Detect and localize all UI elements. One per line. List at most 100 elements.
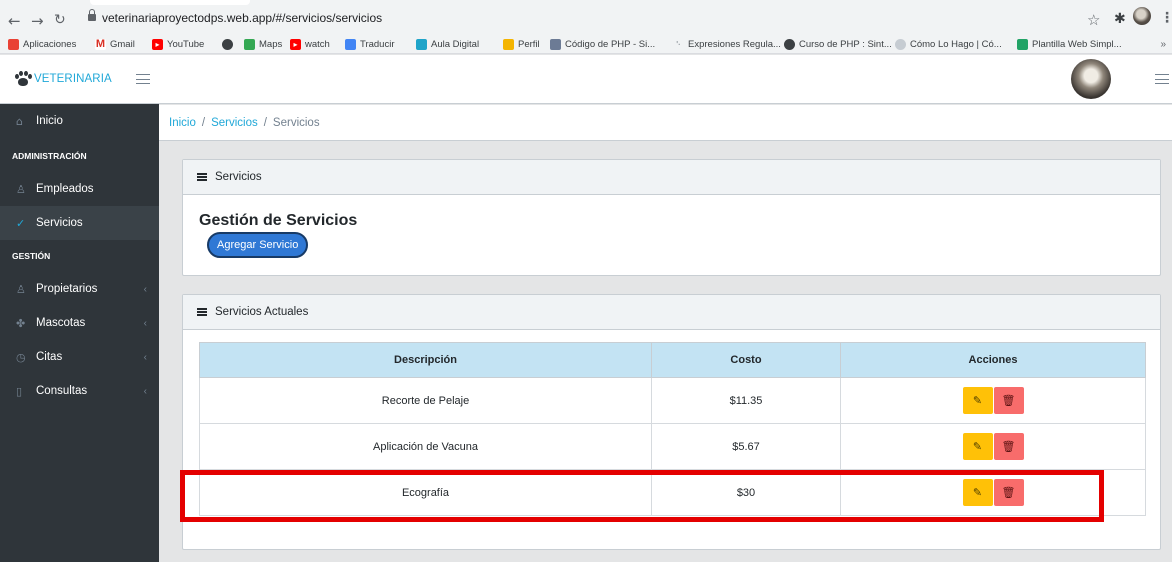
aula-digital-icon <box>416 39 427 50</box>
sidebar-item-citas[interactable]: ◷ Citas ‹ <box>0 340 159 374</box>
edit-button[interactable]: ✎ <box>962 387 993 414</box>
breadcrumb-inicio[interactable]: Inicio <box>169 117 196 129</box>
document-icon: ▯ <box>16 384 23 398</box>
bookmarks-bar: Aplicaciones M Gmail ▸ YouTube Maps ▸ watch… <box>0 36 1172 54</box>
sidebar-item-inicio[interactable]: ⌂ Inicio <box>0 104 159 138</box>
document-icon <box>550 39 561 50</box>
apps-grid-icon <box>8 39 19 50</box>
list-icon <box>197 173 207 181</box>
forward-icon[interactable]: → <box>31 12 44 30</box>
reload-icon[interactable]: ↻ <box>54 12 66 28</box>
chevron-left-icon: ‹ <box>143 385 147 397</box>
servicios-card-header: Servicios <box>183 160 1160 195</box>
brand-name: VETERINARIA <box>34 73 112 85</box>
table-row: Recorte de Pelaje $11.35 ✎ 🗑 <box>199 377 1146 424</box>
column-header-descripcion: Descripción <box>199 342 652 378</box>
sidebar-item-mascotas[interactable]: ✤ Mascotas ‹ <box>0 306 159 340</box>
breadcrumb-current: Servicios <box>272 116 320 129</box>
add-service-button[interactable]: Agregar Servicio <box>207 232 309 258</box>
breadcrumb-servicios[interactable]: Servicios <box>211 117 258 129</box>
bookmark-como-lo-hago[interactable]: Cómo Lo Hago | Có... <box>895 39 1002 50</box>
chevron-left-icon: ‹ <box>143 283 147 295</box>
lock-icon <box>88 9 96 21</box>
breadcrumb: Inicio / Servicios / Servicios <box>159 105 1172 141</box>
aside-menu-toggle-icon[interactable] <box>1155 74 1169 84</box>
breadcrumb-separator: / <box>201 116 206 129</box>
column-header-costo: Costo <box>651 342 841 378</box>
bookmark-youtube[interactable]: ▸ YouTube <box>152 39 204 50</box>
bookmark-apps[interactable]: Aplicaciones <box>8 39 76 50</box>
bookmark-gmail[interactable]: M Gmail <box>95 39 135 50</box>
extensions-icon[interactable]: ✱ <box>1114 11 1126 27</box>
maps-icon <box>244 39 255 50</box>
delete-button[interactable]: 🗑 <box>993 433 1024 460</box>
clock-icon: ◷ <box>16 350 26 364</box>
sidebar: ⌂ Inicio ADMINISTRACIÓN ♙ Empleados ✓ Se… <box>0 104 159 562</box>
trash-icon: 🗑 <box>1001 440 1016 453</box>
more-bookmarks-icon[interactable]: » <box>1160 39 1166 50</box>
user-avatar[interactable] <box>1071 59 1111 99</box>
address-bar[interactable]: veterinariaproyectodps.web.app/#/servici… <box>88 9 1078 32</box>
delete-button[interactable]: 🗑 <box>993 387 1024 414</box>
cell-acciones: ✎ 🗑 <box>840 377 1146 424</box>
sidebar-item-propietarios[interactable]: ♙ Propietarios ‹ <box>0 272 159 306</box>
back-icon[interactable]: ← <box>8 12 21 30</box>
bookmark-curso-php[interactable]: Curso de PHP : Sint... <box>784 39 892 50</box>
user-icon: ♙ <box>16 282 26 296</box>
sidebar-section-gestion: GESTIÓN <box>12 251 51 261</box>
bookmark-globe[interactable] <box>222 39 237 50</box>
cell-acciones: ✎ 🗑 <box>840 423 1146 470</box>
chevron-left-icon: ‹ <box>143 317 147 329</box>
breadcrumb-separator: / <box>263 116 267 129</box>
pencil-icon: ✎ <box>972 394 983 407</box>
sidebar-item-servicios[interactable]: ✓ Servicios <box>0 206 159 240</box>
brand-logo[interactable]: VETERINARIA <box>14 71 112 87</box>
sidebar-item-consultas[interactable]: ▯ Consultas ‹ <box>0 374 159 408</box>
servicios-actuales-header: Servicios Actuales <box>183 295 1160 330</box>
home-icon: ⌂ <box>16 114 23 128</box>
site-icon <box>895 39 906 50</box>
check-circle-icon: ✓ <box>16 216 26 230</box>
sidebar-toggle-icon[interactable] <box>136 74 150 84</box>
pet-icon: ✤ <box>16 316 26 330</box>
table-row: Aplicación de Vacuna $5.67 ✎ 🗑 <box>199 423 1146 470</box>
page-title: Gestión de Servicios <box>199 212 358 229</box>
bookmark-traducir[interactable]: Traducir <box>345 39 395 50</box>
bookmark-aula-digital[interactable]: Aula Digital <box>416 39 479 50</box>
browser-tab[interactable] <box>90 0 250 5</box>
user-icon: ♙ <box>16 182 26 196</box>
translate-icon <box>345 39 356 50</box>
cell-descripcion: Aplicación de Vacuna <box>199 423 652 470</box>
list-icon <box>197 308 207 316</box>
edit-button[interactable]: ✎ <box>962 433 993 460</box>
bookmark-star-icon[interactable]: ☆ <box>1087 11 1100 29</box>
browser-profile-icon[interactable] <box>1133 7 1151 25</box>
column-header-acciones: Acciones <box>840 342 1146 378</box>
sidebar-section-administracion: ADMINISTRACIÓN <box>12 151 87 161</box>
gmail-icon: M <box>95 38 106 50</box>
bookmark-codigo-php[interactable]: Código de PHP - Si... <box>550 39 655 50</box>
code-icon <box>1017 39 1028 50</box>
sidebar-item-empleados[interactable]: ♙ Empleados <box>0 172 159 206</box>
cell-costo: $11.35 <box>651 377 841 424</box>
youtube-icon: ▸ <box>152 39 163 50</box>
globe-icon <box>222 39 233 50</box>
bookmark-perfil[interactable]: Perfil <box>503 39 540 50</box>
cell-costo: $5.67 <box>651 423 841 470</box>
bookmark-watch[interactable]: ▸ watch <box>290 39 330 50</box>
app-header: VETERINARIA <box>0 55 1172 104</box>
bookmark-expresiones[interactable]: '· Expresiones Regula... <box>673 39 781 50</box>
url-text: veterinariaproyectodps.web.app/#/servici… <box>102 11 383 25</box>
paw-icon <box>14 71 32 87</box>
bookmark-maps[interactable]: Maps <box>244 39 282 50</box>
regex-icon: '· <box>676 40 681 49</box>
profile-bookmark-icon <box>503 39 514 50</box>
youtube-icon: ▸ <box>290 39 301 50</box>
chevron-left-icon: ‹ <box>143 351 147 363</box>
browser-menu-icon[interactable]: ⋮ <box>1160 9 1172 26</box>
browser-toolbar: ← → ↻ veterinariaproyectodps.web.app/#/s… <box>0 0 1172 36</box>
bookmark-plantilla-web[interactable]: Plantilla Web Simpl... <box>1017 39 1122 50</box>
highlight-annotation <box>180 470 1104 522</box>
servicios-card: Servicios Gestión de Servicios Agregar S… <box>182 159 1161 276</box>
trash-icon: 🗑 <box>1001 394 1016 407</box>
